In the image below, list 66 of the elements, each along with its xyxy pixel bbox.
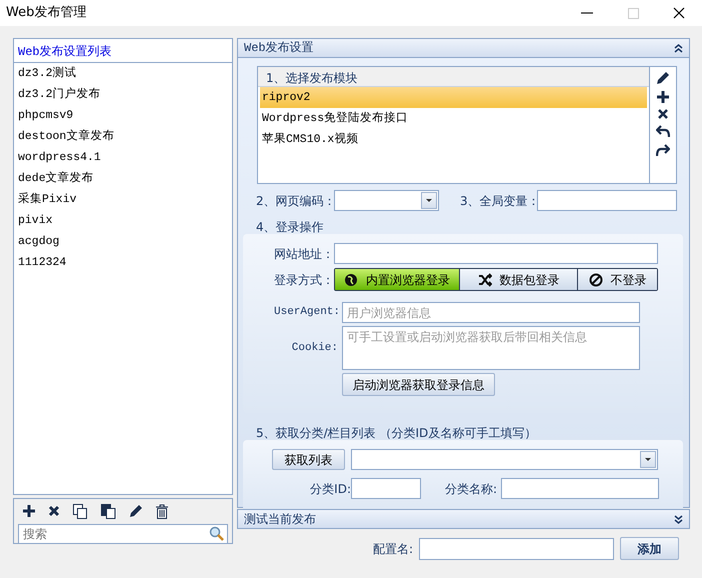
undo-icon[interactable] — [656, 125, 670, 138]
close-icon[interactable] — [673, 7, 685, 19]
expand-icon[interactable] — [674, 514, 683, 524]
config-list-item[interactable]: phpcmsv9 — [14, 105, 232, 126]
config-list-item[interactable]: 采集Pixiv — [14, 189, 232, 210]
window-title: Web发布管理 — [6, 4, 86, 22]
paste-icon[interactable] — [100, 503, 116, 519]
trash-icon[interactable] — [155, 504, 169, 518]
login-method-label: 登录方式： — [274, 272, 334, 288]
globals-label: 3、全局变量： — [460, 192, 537, 210]
add-icon[interactable] — [22, 504, 36, 518]
module-list-item[interactable]: riprov2 — [260, 87, 647, 108]
collapse-icon[interactable] — [674, 44, 683, 52]
config-list-item[interactable]: destoon文章发布 — [14, 126, 232, 147]
category-name-field[interactable] — [501, 478, 659, 499]
config-list-item[interactable]: dz3.2测试 — [14, 63, 232, 84]
config-name-label: 配置名: — [372, 540, 413, 558]
category-id-field[interactable] — [351, 478, 421, 499]
list-header: Web发布设置列表 — [14, 39, 232, 63]
redo-icon[interactable] — [656, 144, 670, 157]
category-id-label: 分类ID: — [309, 480, 351, 498]
search-field[interactable]: 搜索 — [18, 524, 228, 544]
delete-icon[interactable] — [658, 109, 668, 119]
shuffle-icon — [478, 272, 492, 286]
copy-icon[interactable] — [72, 503, 88, 519]
cookie-field[interactable]: 可手工设置或启动浏览器获取后带回相关信息 — [342, 326, 640, 370]
section-title: 测试当前发布 — [244, 511, 316, 528]
add-button[interactable]: 添加 — [620, 537, 679, 560]
useragent-label: UserAgent: — [274, 305, 338, 320]
dropdown-icon[interactable] — [426, 199, 432, 202]
category-name-label: 分类名称: — [445, 480, 498, 498]
launch-browser-button[interactable]: 启动浏览器获取登录信息 — [342, 373, 495, 396]
section-header[interactable]: 测试当前发布 — [237, 509, 690, 529]
login-method-tab[interactable]: 数据包登录 — [460, 269, 578, 290]
module-list-item[interactable]: 苹果CMS10.x视频 — [260, 129, 647, 150]
search-icon[interactable] — [209, 526, 225, 542]
config-list-item[interactable]: 1112324 — [14, 252, 232, 273]
login-method-tab[interactable]: 内置浏览器登录 — [335, 269, 460, 290]
login-method-tab[interactable]: 不登录 — [578, 269, 657, 290]
url-field[interactable] — [334, 243, 658, 264]
module-list-item[interactable]: Wordpress免登陆发布接口 — [260, 108, 647, 129]
fetch-list-button[interactable]: 获取列表 — [272, 449, 345, 470]
config-list-item[interactable]: pivix — [14, 210, 232, 231]
delete-icon[interactable] — [48, 505, 60, 517]
edit-icon[interactable] — [656, 71, 670, 85]
config-list-item[interactable]: acgdog — [14, 231, 232, 252]
config-list-item[interactable]: dede文章发布 — [14, 168, 232, 189]
minimize-icon[interactable] — [581, 12, 593, 14]
globe-icon — [344, 272, 358, 286]
login-heading: 4、登录操作 — [256, 219, 325, 236]
config-list-item[interactable]: wordpress4.1 — [14, 147, 232, 168]
list-header: 1、选择发布模块 — [258, 67, 649, 87]
ban-icon — [588, 272, 602, 286]
add-icon[interactable] — [657, 91, 669, 103]
config-list-item[interactable]: dz3.2门户发布 — [14, 84, 232, 105]
encoding-label: 2、网页编码： — [256, 192, 334, 210]
useragent-field[interactable]: 用户浏览器信息 — [342, 302, 640, 323]
config-name-field[interactable] — [419, 538, 614, 560]
dropdown-icon[interactable] — [645, 458, 651, 461]
category-heading: 5、获取分类/栏目列表 （分类ID及名称可手工填写） — [256, 425, 538, 442]
cookie-label: Cookie: — [290, 340, 338, 356]
edit-icon[interactable] — [128, 504, 143, 518]
globals-field[interactable] — [537, 190, 677, 211]
url-label: 网站地址： — [274, 246, 334, 262]
section-header[interactable]: Web发布设置 — [237, 38, 690, 58]
section-title: Web发布设置 — [244, 40, 314, 57]
